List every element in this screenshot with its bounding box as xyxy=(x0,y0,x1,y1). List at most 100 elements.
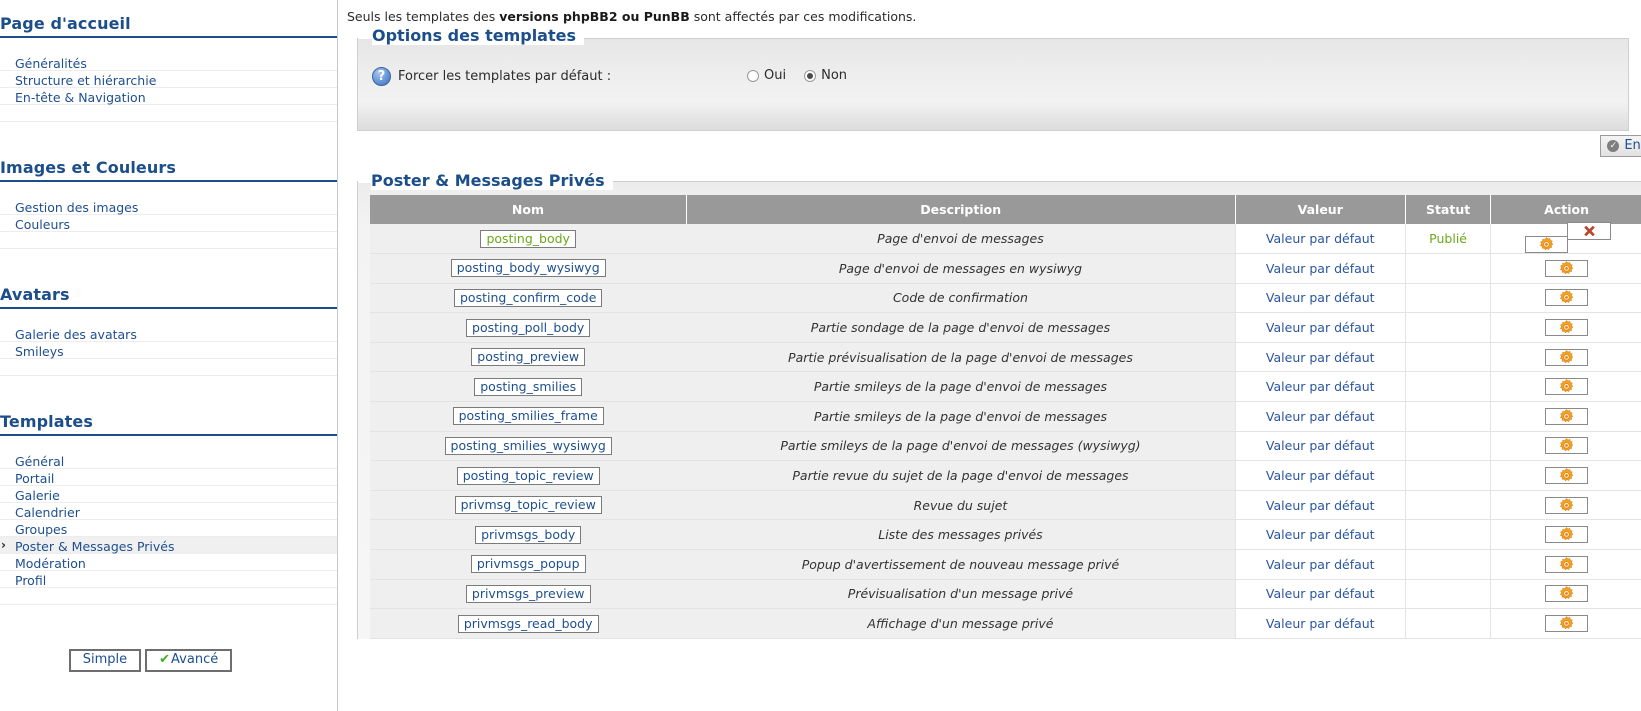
cell-action xyxy=(1490,371,1641,403)
help-icon[interactable]: ? xyxy=(372,67,391,86)
column-header-statut: Statut xyxy=(1405,195,1492,224)
sidebar-section: Page d'accueil Généralités Structure et hi… xyxy=(0,0,337,122)
sidebar-item-label: Calendrier xyxy=(15,505,80,520)
cell-description: Prévisualisation d'un message privé xyxy=(686,579,1236,610)
template-description: Partie sondage de la page d'envoi de mes… xyxy=(810,320,1111,336)
radio-oui-icon[interactable] xyxy=(747,69,759,82)
action-buttons-group xyxy=(1497,555,1636,573)
edit-template-button[interactable] xyxy=(1545,526,1589,544)
cell-status xyxy=(1404,579,1491,610)
sidebar-item-couleurs[interactable]: Couleurs xyxy=(0,215,337,232)
edit-template-button[interactable] xyxy=(1545,585,1589,603)
template-value-link[interactable]: Valeur par défaut xyxy=(1266,586,1375,601)
cell-status xyxy=(1404,342,1491,373)
template-name-link[interactable]: privmsg_topic_review xyxy=(454,496,602,515)
radio-option-oui[interactable]: Oui xyxy=(747,68,786,83)
template-value-link[interactable]: Valeur par défaut xyxy=(1266,290,1375,305)
cell-status: Publié xyxy=(1404,224,1491,255)
edit-template-button[interactable] xyxy=(1545,467,1589,485)
template-value-link[interactable]: Valeur par défaut xyxy=(1266,498,1375,513)
sidebar-list-end-gap xyxy=(0,588,337,605)
template-name-link[interactable]: posting_body_wysiwyg xyxy=(450,259,606,278)
sidebar-item-mod-ration[interactable]: Modération xyxy=(0,554,337,571)
template-name-link[interactable]: posting_smilies xyxy=(474,377,583,396)
sidebar-item-calendrier[interactable]: Calendrier xyxy=(0,503,337,520)
template-value-link[interactable]: Valeur par défaut xyxy=(1266,320,1375,335)
sidebar-list-top-pad xyxy=(0,436,337,452)
notice-after: sont affectés par ces modifications. xyxy=(689,9,917,24)
sidebar-item-label: Profil xyxy=(15,573,47,588)
sidebar-item-galerie[interactable]: Galerie xyxy=(0,486,337,503)
table-row: posting_topic_review Partie revue du suje… xyxy=(370,460,1641,491)
edit-template-button[interactable] xyxy=(1545,319,1589,337)
sidebar-item-smileys[interactable]: Smileys xyxy=(0,342,337,359)
sidebar-item-profil[interactable]: Profil xyxy=(0,571,337,588)
cell-name: privmsgs_preview xyxy=(370,579,687,610)
save-button[interactable]: ✓ Enregistrer xyxy=(1600,135,1641,157)
edit-template-button[interactable] xyxy=(1545,259,1589,277)
template-name-link[interactable]: posting_smilies_wysiwyg xyxy=(444,436,612,455)
template-value-link[interactable]: Valeur par défaut xyxy=(1266,616,1375,631)
cell-name: posting_confirm_code xyxy=(370,283,687,314)
radio-non-icon[interactable] xyxy=(804,69,817,82)
table-row: posting_preview Partie prévisualisation d… xyxy=(370,342,1641,373)
edit-template-button[interactable] xyxy=(1545,407,1589,425)
cell-value: Valeur par défaut xyxy=(1234,519,1406,551)
template-name-link[interactable]: posting_body xyxy=(480,229,576,248)
template-value-link[interactable]: Valeur par défaut xyxy=(1266,468,1375,483)
cell-description: Partie smileys de la page d'envoi de mes… xyxy=(686,401,1236,432)
sidebar-item-label: Général xyxy=(15,454,65,469)
simple-mode-button[interactable]: Simple xyxy=(68,649,142,672)
cell-status xyxy=(1404,253,1491,284)
edit-template-button[interactable] xyxy=(1545,615,1589,633)
sidebar-item-gestion-des-images[interactable]: Gestion des images xyxy=(0,198,337,215)
radio-option-non[interactable]: Non xyxy=(804,68,847,83)
sidebar-item-poster-messages-priv-s[interactable]: › Poster & Messages Privés xyxy=(0,537,337,554)
template-value-link[interactable]: Valeur par défaut xyxy=(1266,350,1375,365)
edit-template-button[interactable] xyxy=(1545,378,1589,396)
edit-template-button[interactable] xyxy=(1545,437,1589,455)
template-description: Partie revue du sujet de la page d'envoi… xyxy=(792,468,1129,484)
cell-description: Partie revue du sujet de la page d'envoi… xyxy=(686,460,1236,491)
template-name-link[interactable]: privmsgs_preview xyxy=(465,584,591,603)
template-value-link[interactable]: Valeur par défaut xyxy=(1266,261,1375,276)
template-value-link[interactable]: Valeur par défaut xyxy=(1266,557,1375,572)
sidebar-item-label: Poster & Messages Privés xyxy=(15,539,175,554)
template-name-link[interactable]: posting_preview xyxy=(471,348,586,367)
cell-name: privmsg_topic_review xyxy=(370,490,687,521)
table-row: posting_poll_body Partie sondage de la pa… xyxy=(370,312,1641,343)
table-row: posting_body_wysiwyg Page d'envoi de mess… xyxy=(370,253,1641,284)
sidebar-item-groupes[interactable]: Groupes xyxy=(0,520,337,537)
sidebar-item-structure-et-hi-rarchie[interactable]: Structure et hiérarchie xyxy=(0,71,337,88)
template-value-link[interactable]: Valeur par défaut xyxy=(1266,438,1375,453)
advanced-mode-button[interactable]: ✔Avancé xyxy=(145,649,233,672)
template-description: Popup d'avertissement de nouveau message… xyxy=(801,556,1120,572)
sidebar-item-portail[interactable]: Portail xyxy=(0,469,337,486)
edit-template-button[interactable] xyxy=(1545,348,1589,366)
cell-description: Partie smileys de la page d'envoi de mes… xyxy=(686,371,1236,403)
sidebar-item-galerie-des-avatars[interactable]: Galerie des avatars xyxy=(0,325,337,342)
gear-icon xyxy=(1560,261,1574,275)
template-name-link[interactable]: privmsgs_popup xyxy=(470,555,586,574)
delete-template-button[interactable] xyxy=(1567,222,1612,241)
sidebar-item-g-n-ralit-s[interactable]: Généralités xyxy=(0,54,337,71)
template-value-link[interactable]: Valeur par défaut xyxy=(1266,527,1375,542)
template-value-link[interactable]: Valeur par défaut xyxy=(1266,409,1375,424)
edit-template-button[interactable] xyxy=(1545,496,1589,514)
edit-template-button[interactable] xyxy=(1545,289,1589,307)
sidebar-item-g-n-ral[interactable]: Général xyxy=(0,452,337,469)
template-name-link[interactable]: posting_smilies_frame xyxy=(452,407,604,426)
sidebar-item-en-t-te-navigation[interactable]: En-tête & Navigation xyxy=(0,88,337,105)
edit-template-button[interactable] xyxy=(1525,236,1569,254)
template-name-link[interactable]: privmsgs_read_body xyxy=(457,614,599,633)
template-value-link[interactable]: Valeur par défaut xyxy=(1266,379,1375,394)
template-name-link[interactable]: privmsgs_body xyxy=(475,525,582,544)
template-value-link[interactable]: Valeur par défaut xyxy=(1266,231,1375,246)
template-name-link[interactable]: posting_poll_body xyxy=(466,318,591,337)
gear-icon xyxy=(1560,497,1574,511)
template-name-link[interactable]: posting_topic_review xyxy=(456,466,600,485)
action-buttons-group xyxy=(1497,378,1636,396)
sidebar-item-label: Généralités xyxy=(15,56,87,71)
edit-template-button[interactable] xyxy=(1545,555,1589,573)
template-name-link[interactable]: posting_confirm_code xyxy=(454,288,603,307)
